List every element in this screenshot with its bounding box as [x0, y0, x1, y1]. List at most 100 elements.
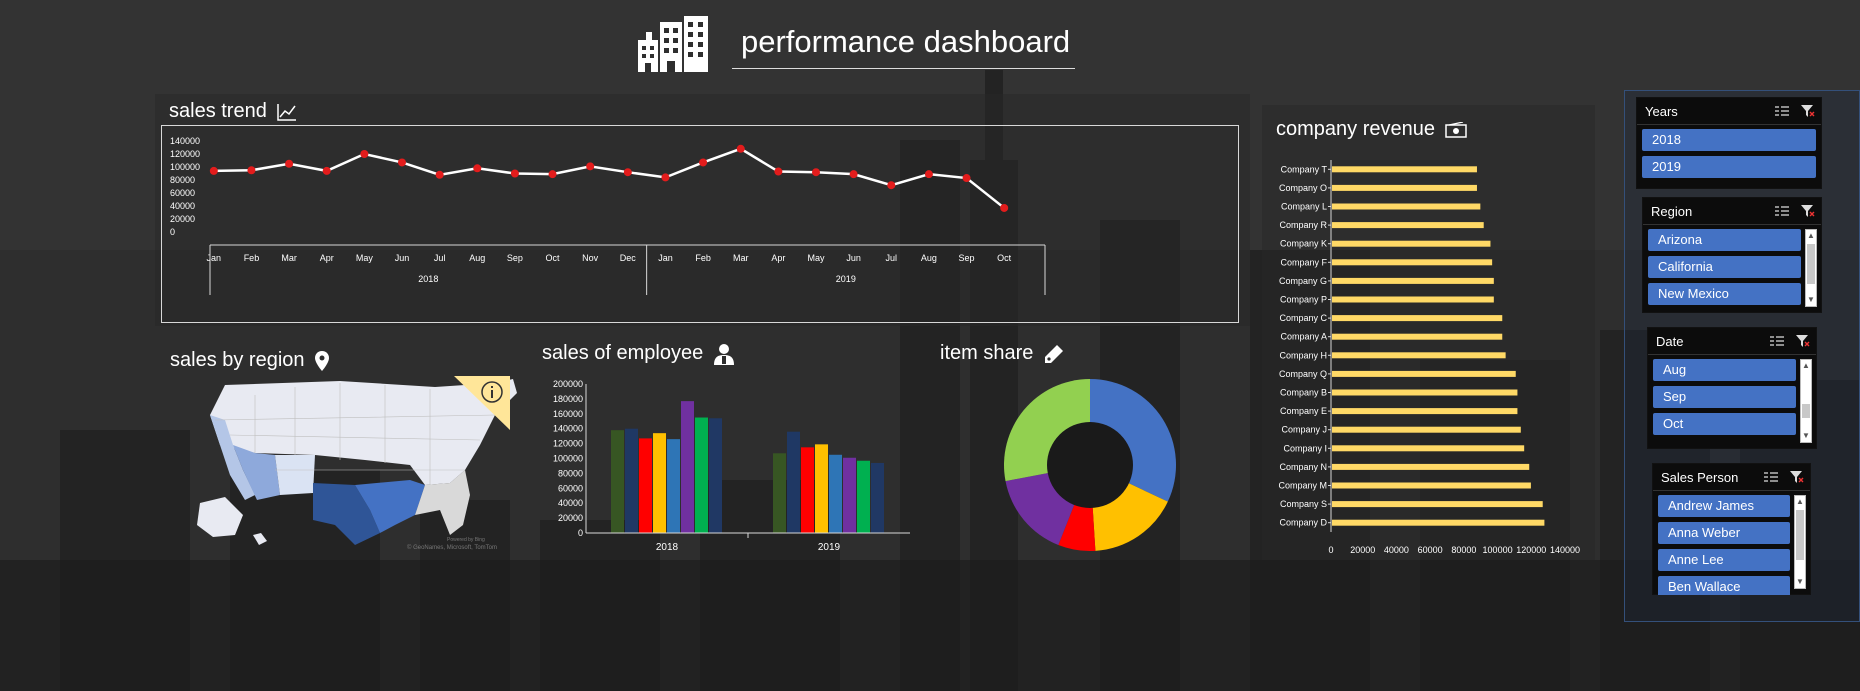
- revenue-category-label: Company N: [1279, 462, 1327, 472]
- sales-trend-header: sales trend: [169, 100, 297, 123]
- revenue-xtick-label: 100000: [1483, 545, 1513, 555]
- dashboard-header: performance dashboard: [636, 14, 1076, 74]
- trend-data-point: [849, 170, 858, 179]
- region-slicer: Region Arizona California New Mexico ▲ ▼: [1642, 197, 1822, 313]
- slicer-item-oct[interactable]: Oct: [1653, 413, 1796, 435]
- info-icon[interactable]: [454, 376, 510, 430]
- employee-bar: [829, 454, 842, 533]
- revenue-category-label: Company H: [1279, 350, 1327, 360]
- employee-bar: [653, 433, 666, 533]
- revenue-bar: [1332, 519, 1545, 526]
- trend-month-label: Aug: [921, 253, 937, 263]
- location-pin-icon: [314, 350, 329, 371]
- sales-of-employee-header: sales of employee: [542, 342, 735, 365]
- years-slicer: Years 2018 2019: [1636, 97, 1822, 189]
- slicer-item-anne-lee[interactable]: Anne Lee: [1658, 549, 1790, 571]
- multi-select-icon[interactable]: [1770, 335, 1784, 347]
- region-slicer-title: Region: [1651, 203, 1693, 219]
- multi-select-icon[interactable]: [1775, 205, 1789, 217]
- clear-filter-icon[interactable]: [1801, 105, 1815, 117]
- trend-month-label: Feb: [244, 253, 260, 263]
- revenue-bar: [1332, 296, 1494, 303]
- date-slicer: Date Aug Sep Oct ▲ ▼: [1647, 327, 1817, 449]
- trend-ytick-label: 40000: [170, 201, 195, 211]
- revenue-category-label: Company E: [1280, 406, 1327, 416]
- trend-month-label: Jan: [207, 253, 222, 263]
- clear-filter-icon[interactable]: [1796, 335, 1810, 347]
- employee-bar: [773, 453, 786, 533]
- trend-data-point: [736, 144, 745, 153]
- employee-ytick-label: 120000: [553, 439, 583, 449]
- item-share-title: item share: [940, 342, 1034, 364]
- revenue-category-label: Company L: [1281, 202, 1327, 212]
- sales-trend-series-line: [213, 147, 1005, 209]
- slicer-item-anna-weber[interactable]: Anna Weber: [1658, 522, 1790, 544]
- employee-ytick-label: 0: [578, 528, 583, 538]
- multi-select-icon[interactable]: [1775, 105, 1789, 117]
- trend-data-point: [812, 168, 820, 177]
- revenue-category-label: Company K: [1280, 239, 1327, 249]
- slicer-item-sep[interactable]: Sep: [1653, 386, 1796, 408]
- revenue-bar: [1332, 501, 1543, 508]
- revenue-category-label: Company P: [1280, 295, 1327, 305]
- company-revenue-chart: Company T Company O Company L Company R Comp…: [1278, 160, 1580, 555]
- employee-ytick-label: 100000: [553, 454, 583, 464]
- employee-bar: [667, 439, 680, 533]
- trend-data-point: [887, 181, 896, 190]
- region-scrollbar[interactable]: ▲ ▼: [1805, 229, 1817, 307]
- trend-month-label: Jun: [846, 253, 861, 263]
- slicer-item-2019[interactable]: 2019: [1642, 156, 1816, 178]
- date-scrollbar[interactable]: ▲ ▼: [1800, 359, 1812, 443]
- item-share-chart: [1004, 379, 1176, 551]
- clear-filter-icon[interactable]: [1790, 471, 1804, 483]
- trend-month-label: Oct: [997, 253, 1012, 263]
- trend-month-label: May: [356, 253, 374, 263]
- trend-data-point: [699, 158, 708, 167]
- slicer-item-new-mexico[interactable]: New Mexico: [1648, 283, 1801, 305]
- trend-data-point: [661, 173, 670, 182]
- employee-bar: [871, 462, 884, 533]
- employee-bar: [695, 417, 708, 533]
- revenue-category-label: Company G: [1279, 276, 1327, 286]
- slicer-item-2018[interactable]: 2018: [1642, 129, 1816, 151]
- employee-ytick-label: 80000: [558, 468, 583, 478]
- slicer-item-andrew-james[interactable]: Andrew James: [1658, 495, 1790, 517]
- revenue-xtick-label: 20000: [1350, 545, 1375, 555]
- trend-data-point: [473, 164, 482, 173]
- trend-month-label: Jul: [886, 253, 898, 263]
- trend-data-point: [1000, 203, 1009, 212]
- slicer-item-aug[interactable]: Aug: [1653, 359, 1796, 381]
- revenue-bar: [1332, 445, 1525, 452]
- trend-month-label: Nov: [582, 253, 599, 263]
- title-underline: [732, 68, 1075, 69]
- trend-data-point: [285, 159, 294, 168]
- trend-month-label: Sep: [959, 253, 975, 263]
- clear-filter-icon[interactable]: [1801, 205, 1815, 217]
- company-revenue-title: company revenue: [1276, 118, 1435, 140]
- sales-person-scrollbar[interactable]: ▲ ▼: [1794, 495, 1806, 589]
- revenue-category-label: Company S: [1280, 499, 1327, 509]
- revenue-bar: [1332, 408, 1518, 415]
- trend-data-point: [322, 166, 331, 175]
- revenue-bar: [1332, 166, 1477, 173]
- revenue-category-label: Company A: [1280, 332, 1327, 342]
- sales-by-region-header: sales by region: [170, 349, 329, 372]
- employee-ytick-label: 200000: [553, 379, 583, 389]
- employee-bar: [857, 460, 870, 533]
- buildings-icon: [638, 16, 708, 72]
- revenue-category-label: Company I: [1283, 443, 1327, 453]
- slicer-item-california[interactable]: California: [1648, 256, 1801, 278]
- trend-month-label: Aug: [469, 253, 485, 263]
- trend-month-label: Mar: [281, 253, 297, 263]
- employee-bar: [843, 457, 856, 533]
- employee-bar: [709, 418, 722, 533]
- trend-data-point: [209, 166, 218, 175]
- employee-ytick-label: 20000: [558, 513, 583, 523]
- trend-ytick-label: 140000: [170, 136, 200, 146]
- slicer-item-ben-wallace[interactable]: Ben Wallace: [1658, 576, 1790, 595]
- trend-month-label: Apr: [771, 253, 785, 263]
- page-title: performance dashboard: [741, 24, 1071, 59]
- multi-select-icon[interactable]: [1764, 471, 1778, 483]
- slicer-item-arizona[interactable]: Arizona: [1648, 229, 1801, 251]
- revenue-category-label: Company F: [1280, 257, 1327, 267]
